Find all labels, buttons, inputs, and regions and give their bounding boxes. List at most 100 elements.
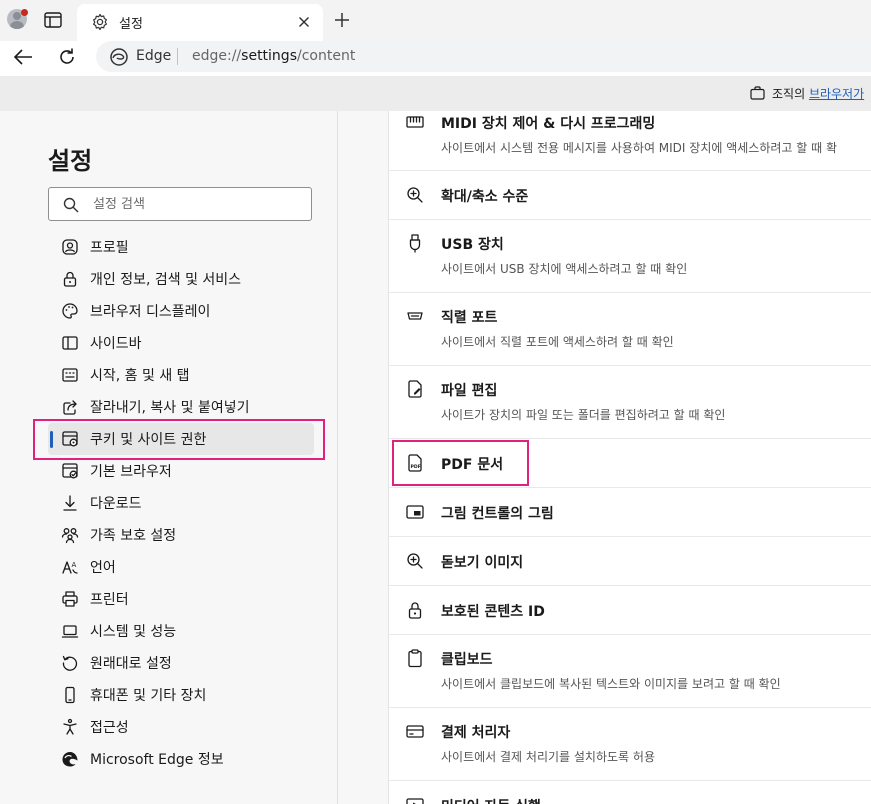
permission-row[interactable]: 그림 컨트롤의 그림 — [389, 488, 871, 537]
magnifier-icon — [405, 551, 425, 571]
sidebar-item-label: 가족 보호 설정 — [90, 528, 177, 544]
sidebar-item-label: 프린터 — [90, 592, 129, 608]
sidebar-icon — [61, 334, 79, 352]
notification-dot — [21, 9, 28, 16]
sidebar-item-3[interactable]: 사이드바 — [48, 327, 314, 359]
close-icon[interactable] — [296, 14, 312, 30]
permission-description: 사이트에서 결제 처리기를 설치하도록 허용 — [441, 750, 655, 764]
download-icon — [61, 494, 79, 512]
edge-logo-icon — [110, 48, 128, 66]
usb-icon — [405, 233, 425, 253]
page-title: 설정 — [48, 147, 93, 175]
permission-title: 확대/축소 수준 — [441, 189, 529, 205]
search-input[interactable] — [93, 194, 293, 214]
lock-icon — [61, 270, 79, 288]
permission-row[interactable]: 확대/축소 수준 — [389, 171, 871, 220]
permission-row[interactable]: 클립보드 사이트에서 클립보드에 복사된 텍스트와 이미지를 보려고 할 때 확인 — [389, 635, 871, 708]
serial-port-icon — [405, 306, 425, 326]
sidebar-item-label: 브라우저 디스플레이 — [90, 304, 211, 320]
sidebar-item-label: 시스템 및 성능 — [90, 624, 177, 640]
permission-title: 보호된 콘텐츠 ID — [441, 604, 545, 620]
sidebar-item-2[interactable]: 브라우저 디스플레이 — [48, 295, 314, 327]
language-icon: A — [61, 558, 79, 576]
back-icon[interactable] — [12, 47, 34, 67]
highlight-pdf — [392, 440, 529, 486]
protected-content-icon — [405, 600, 425, 620]
address-path-bold: settings — [241, 48, 297, 64]
pip-icon — [405, 502, 425, 522]
clipboard-icon — [405, 648, 425, 668]
sidebar-item-12[interactable]: 시스템 및 성능 — [48, 615, 314, 647]
phone-icon — [61, 686, 79, 704]
sidebar-item-4[interactable]: 시작, 홈 및 새 탭 — [48, 359, 314, 391]
zoom-icon — [405, 185, 425, 205]
printer-icon — [61, 590, 79, 608]
file-edit-icon — [405, 379, 425, 399]
media-autoplay-icon — [405, 795, 425, 804]
sidebar-item-15[interactable]: 접근성 — [48, 711, 314, 743]
address-url[interactable]: edge://settings/content — [192, 48, 355, 64]
sidebar-item-14[interactable]: 휴대폰 및 기타 장치 — [48, 679, 314, 711]
payment-icon — [405, 721, 425, 741]
toolbar: Edge edge://settings/content — [0, 41, 871, 76]
permission-description: 사이트에서 클립보드에 복사된 텍스트와 이미지를 보려고 할 때 확인 — [441, 677, 781, 691]
permission-description: 사이트에서 직렬 포트에 액세스하려 할 때 확인 — [441, 335, 674, 349]
sidebar-item-label: 잘라내기, 복사 및 붙여넣기 — [90, 400, 250, 416]
sidebar-item-label: 휴대폰 및 기타 장치 — [90, 688, 207, 704]
new-tab-icon[interactable] — [333, 11, 351, 29]
sidebar-item-label: 사이드바 — [90, 336, 142, 352]
sidebar-item-label: 프로필 — [90, 240, 129, 256]
permission-row[interactable]: 돋보기 이미지 — [389, 537, 871, 586]
permission-description: 사이트에서 시스템 전용 메시지를 사용하여 MIDI 장치에 액세스하려고 할… — [441, 141, 838, 155]
permission-row[interactable]: 보호된 콘텐츠 ID — [389, 586, 871, 635]
palette-icon — [61, 302, 79, 320]
profile-icon — [61, 238, 79, 256]
search-box[interactable] — [48, 187, 312, 221]
sidebar-item-0[interactable]: 프로필 — [48, 231, 314, 263]
address-rest: /content — [297, 48, 356, 64]
permission-title: USB 장치 — [441, 237, 504, 253]
home-icon — [61, 366, 79, 384]
sidebar-item-1[interactable]: 개인 정보, 검색 및 서비스 — [48, 263, 314, 295]
address-bar[interactable]: Edge edge://settings/content — [96, 41, 871, 72]
midi-icon — [405, 112, 425, 132]
permission-title: 그림 컨트롤의 그림 — [441, 506, 554, 522]
tab-settings[interactable]: 설정 — [77, 4, 323, 41]
permission-row[interactable]: 결제 처리자사이트에서 결제 처리기를 설치하도록 허용 — [389, 708, 871, 781]
sidebar-item-10[interactable]: A 언어 — [48, 551, 314, 583]
sidebar-item-label: 개인 정보, 검색 및 서비스 — [90, 272, 242, 288]
permission-row[interactable]: 파일 편집사이트가 장치의 파일 또는 폴더를 편집하려고 할 때 확인 — [389, 366, 871, 439]
permission-title: 미디어 자동 실행 — [441, 796, 541, 804]
share-icon — [61, 398, 79, 416]
reset-icon — [61, 654, 79, 672]
permission-row[interactable]: 미디어 자동 실행 — [389, 781, 871, 804]
address-site-label: Edge — [136, 48, 172, 64]
sidebar-item-label: 접근성 — [90, 720, 129, 736]
family-icon — [61, 526, 79, 544]
sidebar-item-label: Microsoft Edge 정보 — [90, 752, 224, 768]
sidebar-item-label: 원래대로 설정 — [90, 656, 172, 672]
gear-icon — [93, 13, 107, 31]
permission-title: 파일 편집 — [441, 383, 498, 399]
sidebar-item-8[interactable]: 다운로드 — [48, 487, 314, 519]
default-browser-icon — [61, 462, 79, 480]
permission-title: 결제 처리자 — [441, 725, 511, 741]
sidebar-item-label: 기본 브라우저 — [90, 464, 172, 480]
permission-description: 사이트가 장치의 파일 또는 폴더를 편집하려고 할 때 확인 — [441, 408, 726, 422]
refresh-icon[interactable] — [56, 46, 78, 68]
permission-row[interactable]: 직렬 포트 사이트에서 직렬 포트에 액세스하려 할 때 확인 — [389, 293, 871, 366]
tab-actions-icon[interactable] — [44, 12, 62, 28]
address-prefix: edge:// — [192, 48, 242, 64]
permission-row[interactable]: USB 장치 사이트에서 USB 장치에 액세스하려고 할 때 확인 — [389, 220, 871, 293]
tab-strip: 설정 — [0, 0, 871, 41]
tab-title: 설정 — [119, 17, 143, 32]
svg-text:A: A — [72, 561, 77, 569]
sidebar-item-9[interactable]: 가족 보호 설정 — [48, 519, 314, 551]
sidebar-item-16[interactable]: Microsoft Edge 정보 — [48, 743, 314, 775]
search-icon — [63, 197, 79, 213]
sidebar-item-11[interactable]: 프린터 — [48, 583, 314, 615]
laptop-icon — [61, 622, 79, 640]
permission-row[interactable]: MIDI 장치 제어 & 다시 프로그래밍 사이트에서 시스템 전용 메시지를 사… — [389, 99, 871, 171]
sidebar-item-13[interactable]: 원래대로 설정 — [48, 647, 314, 679]
permission-title: 돋보기 이미지 — [441, 555, 524, 571]
